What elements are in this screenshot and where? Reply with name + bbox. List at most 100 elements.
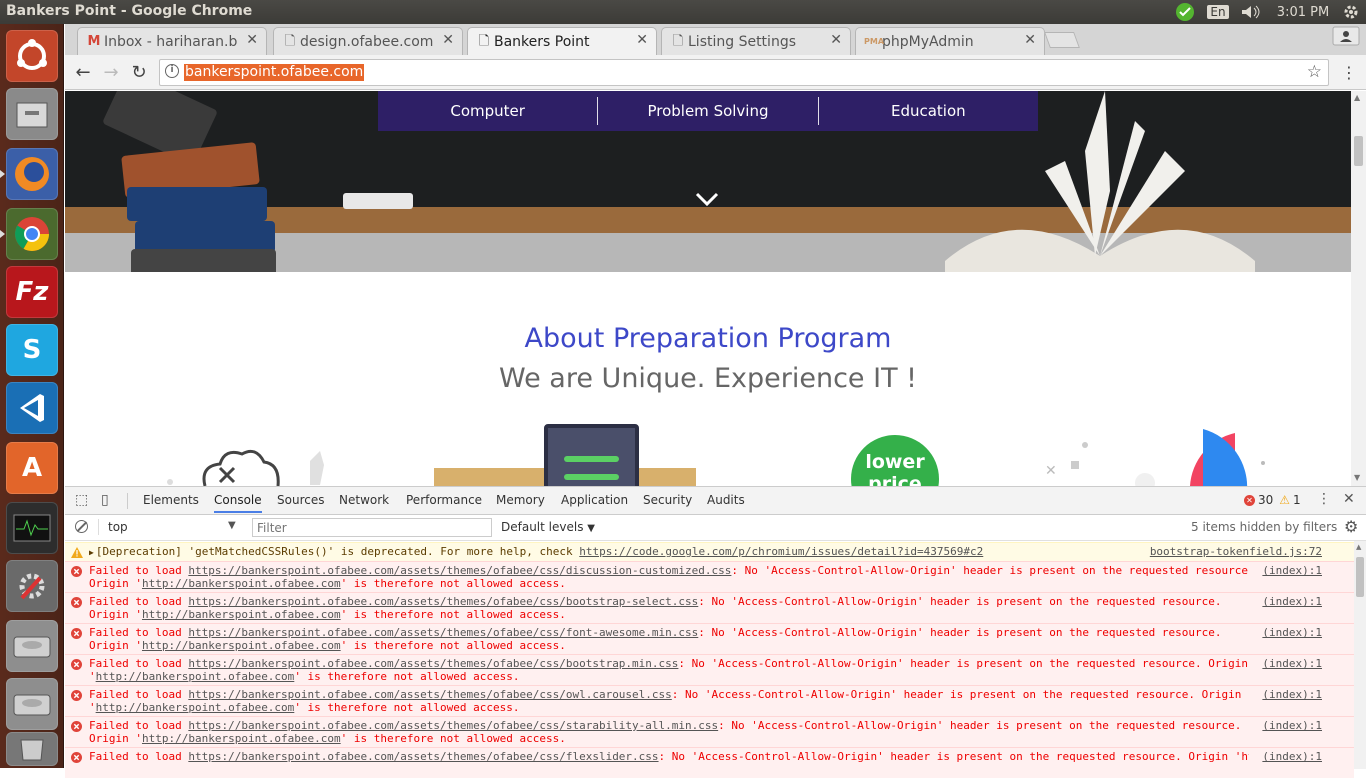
console-error-row[interactable]: Failed to load https://bankerspoint.ofab… (65, 561, 1354, 592)
chrome-icon[interactable] (6, 208, 58, 260)
chevron-down-icon[interactable] (694, 189, 720, 209)
chevron-down-icon[interactable]: ▼ (228, 520, 236, 531)
console-error-row[interactable]: Failed to load https://bankerspoint.ofab… (65, 654, 1354, 685)
forward-button[interactable]: → (99, 61, 123, 85)
source-link[interactable]: (index):1 (1262, 626, 1322, 639)
message-url-link[interactable]: https://bankerspoint.ofabee.com/assets/t… (188, 719, 718, 732)
console-filter-input[interactable] (252, 518, 492, 537)
update-indicator-icon[interactable] (1174, 2, 1196, 22)
console-counts[interactable]: ✕ 30 ⚠ 1 (1244, 493, 1301, 507)
console-warning-row[interactable]: ▶ [Deprecation] 'getMatchedCSSRules()' is… (65, 542, 1354, 561)
close-icon[interactable]: ✕ (246, 32, 258, 48)
firefox-icon[interactable] (6, 148, 58, 200)
keyboard-layout-indicator[interactable]: En (1207, 2, 1229, 22)
devtools-menu-icon[interactable]: ⋮ (1317, 491, 1331, 507)
inspect-element-icon[interactable]: ⬚ (75, 492, 88, 508)
close-devtools-icon[interactable]: ✕ (1343, 491, 1355, 507)
tab-phpmyadmin[interactable]: PMA phpMyAdmin ✕ (855, 27, 1045, 55)
page-scrollbar[interactable]: ▲ ▼ (1351, 91, 1366, 486)
drive-icon[interactable] (6, 678, 58, 730)
console-error-row[interactable]: Failed to load https://bankerspoint.ofab… (65, 623, 1354, 654)
console-error-row[interactable]: Failed to load https://bankerspoint.ofab… (65, 592, 1354, 623)
message-url-link[interactable]: https://bankerspoint.ofabee.com/assets/t… (188, 595, 698, 608)
page-scrollbar-thumb[interactable] (1354, 136, 1363, 166)
message-url-link[interactable]: https://bankerspoint.ofabee.com/assets/t… (188, 750, 658, 763)
nav-education[interactable]: Education (819, 97, 1038, 125)
origin-url-link[interactable]: http://bankerspoint.ofabee.com (142, 608, 341, 621)
address-bar[interactable]: i bankerspoint.ofabee.com ☆ (159, 59, 1329, 86)
source-link[interactable]: (index):1 (1262, 595, 1322, 608)
tab-security[interactable]: Security (643, 493, 692, 507)
console-settings-gear-icon[interactable]: ⚙ (1344, 517, 1358, 536)
message-url-link[interactable]: https://code.google.com/p/chromium/issue… (579, 545, 983, 558)
source-link[interactable]: (index):1 (1262, 688, 1322, 701)
nav-computer[interactable]: Computer (378, 97, 599, 125)
bookmark-star-icon[interactable]: ☆ (1307, 62, 1322, 82)
message-url-link[interactable]: https://bankerspoint.ofabee.com/assets/t… (188, 657, 678, 670)
message-prefix: Failed to load (89, 564, 189, 577)
tab-elements[interactable]: Elements (143, 493, 199, 507)
console-message-text: Failed to load https://bankerspoint.ofab… (89, 750, 1249, 763)
profile-icon[interactable] (1331, 26, 1361, 46)
console-scrollbar-thumb[interactable] (1356, 557, 1364, 597)
info-icon[interactable]: i (165, 64, 179, 78)
origin-url-link[interactable]: http://bankerspoint.ofabee.com (142, 732, 341, 745)
context-select[interactable]: top (108, 520, 128, 534)
close-icon[interactable]: ✕ (830, 32, 842, 48)
console-error-row[interactable]: Failed to load https://bankerspoint.ofab… (65, 716, 1354, 747)
tab-inbox[interactable]: M Inbox - hariharan.b ✕ (77, 27, 267, 55)
source-link[interactable]: bootstrap-tokenfield.js:72 (1150, 545, 1322, 558)
filezilla-icon[interactable]: Fz (6, 266, 58, 318)
origin-url-link[interactable]: http://bankerspoint.ofabee.com (142, 639, 341, 652)
source-link[interactable]: (index):1 (1262, 719, 1322, 732)
close-icon[interactable]: ✕ (636, 32, 648, 48)
source-link[interactable]: (index):1 (1262, 564, 1322, 577)
close-icon[interactable]: ✕ (1024, 32, 1036, 48)
tab-audits[interactable]: Audits (707, 493, 745, 507)
system-gear-icon[interactable] (1340, 2, 1362, 22)
system-monitor-icon[interactable] (6, 502, 58, 554)
origin-url-link[interactable]: http://bankerspoint.ofabee.com (96, 701, 295, 714)
tab-application[interactable]: Application (561, 493, 628, 507)
drive-icon[interactable] (6, 620, 58, 672)
menu-icon[interactable]: ⋮ (1337, 61, 1361, 85)
files-icon[interactable] (6, 88, 58, 140)
origin-url-link[interactable]: http://bankerspoint.ofabee.com (142, 577, 341, 590)
clock[interactable]: 3:01 PM (1272, 2, 1334, 22)
expand-triangle-icon[interactable]: ▶ (89, 548, 94, 557)
source-link[interactable]: (index):1 (1262, 750, 1322, 763)
nav-problem-solving[interactable]: Problem Solving (598, 97, 819, 125)
tab-listing-settings[interactable]: 🗋 Listing Settings ✕ (661, 27, 851, 55)
origin-url-link[interactable]: http://bankerspoint.ofabee.com (96, 670, 295, 683)
ubuntu-dash-icon[interactable] (6, 30, 58, 82)
back-button[interactable]: ← (71, 61, 95, 85)
url-text[interactable]: bankerspoint.ofabee.com (184, 64, 365, 81)
skype-icon[interactable]: S (6, 324, 58, 376)
console-error-row[interactable]: Failed to load https://bankerspoint.ofab… (65, 685, 1354, 716)
console-scrollbar[interactable]: ▲ (1354, 541, 1366, 769)
volume-icon[interactable] (1238, 2, 1262, 22)
trash-icon[interactable] (6, 732, 58, 766)
tab-console[interactable]: Console (214, 493, 262, 513)
close-icon[interactable]: ✕ (442, 32, 454, 48)
message-url-link[interactable]: https://bankerspoint.ofabee.com/assets/t… (188, 564, 731, 577)
tab-performance[interactable]: Performance (406, 493, 482, 507)
settings-icon[interactable] (6, 560, 58, 612)
source-link[interactable]: (index):1 (1262, 657, 1322, 670)
clear-console-icon[interactable] (75, 520, 88, 533)
tab-network[interactable]: Network (339, 493, 389, 507)
tab-sources[interactable]: Sources (277, 493, 324, 507)
software-center-icon[interactable]: A (6, 442, 58, 494)
device-toolbar-icon[interactable]: ▯ (101, 492, 109, 508)
tab-memory[interactable]: Memory (496, 493, 545, 507)
tab-bankers-point[interactable]: 🗋 Bankers Point ✕ (467, 27, 657, 55)
new-tab-button[interactable] (1044, 32, 1080, 48)
log-levels-dropdown[interactable]: Default levels ▼ (501, 520, 595, 534)
tab-design[interactable]: 🗋 design.ofabee.com ✕ (273, 27, 463, 55)
console-error-row[interactable]: Failed to load https://bankerspoint.ofab… (65, 747, 1354, 778)
console-message-text: Failed to load https://bankerspoint.ofab… (89, 719, 1249, 732)
message-url-link[interactable]: https://bankerspoint.ofabee.com/assets/t… (188, 626, 698, 639)
reload-button[interactable]: ↻ (127, 61, 151, 85)
vscode-icon[interactable] (6, 382, 58, 434)
message-url-link[interactable]: https://bankerspoint.ofabee.com/assets/t… (188, 688, 671, 701)
